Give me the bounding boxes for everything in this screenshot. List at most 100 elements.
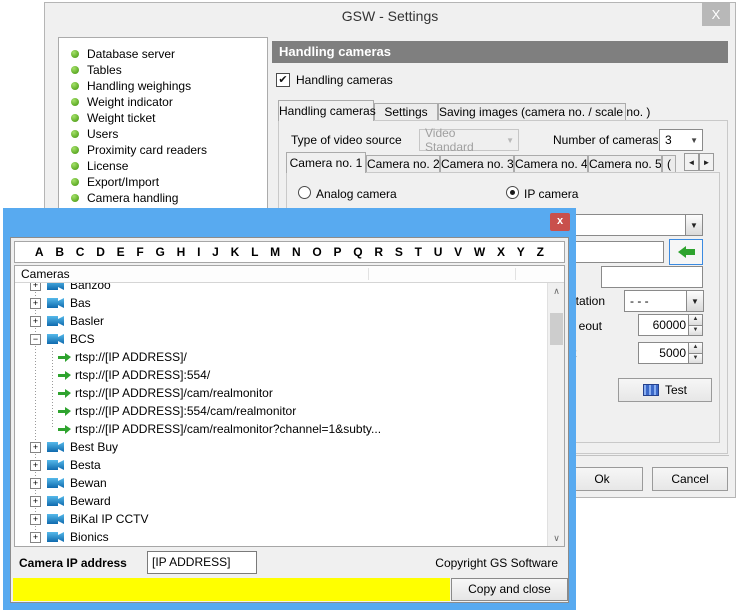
alphabet-letter-g[interactable]: G — [156, 245, 165, 259]
alphabet-letter-m[interactable]: M — [270, 245, 280, 259]
sidebar-item-export-import[interactable]: Export/Import — [59, 174, 267, 190]
tree-item-camera-brand[interactable]: +Bionics — [15, 528, 547, 546]
chevron-down-icon[interactable]: ▼ — [686, 291, 703, 311]
vertical-scrollbar[interactable]: ∧ ∨ — [547, 283, 564, 546]
scroll-down-icon[interactable]: ∨ — [548, 530, 565, 546]
tree-item-rtsp-url[interactable]: rtsp://[IP ADDRESS]/cam/realmonitor?chan… — [15, 420, 547, 438]
spin-up-icon[interactable]: ▲ — [689, 315, 702, 326]
expand-plus-icon[interactable]: + — [30, 316, 41, 327]
num-cameras-combobox[interactable]: 3 ▼ — [659, 129, 703, 151]
expand-plus-icon[interactable]: + — [30, 460, 41, 471]
tab-camera-no-6[interactable]: ( — [662, 155, 676, 173]
alphabet-letter-t[interactable]: T — [415, 245, 422, 259]
tree-item-camera-brand[interactable]: +Besta — [15, 456, 547, 474]
analog-camera-radio[interactable] — [298, 186, 311, 199]
test-button[interactable]: Test — [618, 378, 712, 402]
tree-item-camera-brand[interactable]: +Basler — [15, 312, 547, 330]
sidebar-item-tables[interactable]: Tables — [59, 62, 267, 78]
camera-ip-input[interactable]: [IP ADDRESS] — [147, 551, 257, 574]
interval-spinner[interactable]: 5000 ▲ ▼ — [638, 342, 703, 364]
checkbox-checked-icon[interactable]: ✔ — [276, 73, 290, 87]
tree-item-camera-brand[interactable]: +Beward — [15, 492, 547, 510]
expand-plus-icon[interactable]: + — [30, 283, 41, 291]
tree-item-camera-brand[interactable]: +Banzoo — [15, 283, 547, 294]
alphabet-letter-d[interactable]: D — [96, 245, 105, 259]
alphabet-letter-u[interactable]: U — [434, 245, 443, 259]
tab-saving-images-camera-no-scale-no[interactable]: Saving images (camera no. / scale no. ) — [438, 103, 626, 121]
tab-prev-icon[interactable]: ◄ — [684, 153, 699, 171]
alphabet-letter-x[interactable]: X — [497, 245, 505, 259]
num-cameras-label: Number of cameras — [553, 133, 658, 147]
alphabet-letter-i[interactable]: I — [197, 245, 200, 259]
alphabet-letter-k[interactable]: K — [231, 245, 240, 259]
spin-down-icon[interactable]: ▼ — [689, 326, 702, 336]
scrollbar-thumb[interactable] — [550, 313, 563, 345]
alphabet-letter-a[interactable]: A — [35, 245, 44, 259]
sidebar-item-license[interactable]: License — [59, 158, 267, 174]
tab-settings[interactable]: Settings — [374, 103, 438, 121]
tree-item-rtsp-url[interactable]: rtsp://[IP ADDRESS]:554/ — [15, 366, 547, 384]
spin-down-icon[interactable]: ▼ — [689, 354, 702, 364]
tree-item-rtsp-url[interactable]: rtsp://[IP ADDRESS]:554/cam/realmonitor — [15, 402, 547, 420]
expand-plus-icon[interactable]: + — [30, 496, 41, 507]
expand-plus-icon[interactable]: + — [30, 442, 41, 453]
alphabet-letter-l[interactable]: L — [251, 245, 258, 259]
expand-plus-icon[interactable]: + — [30, 298, 41, 309]
close-icon[interactable]: x — [550, 213, 570, 231]
insert-address-button[interactable] — [669, 239, 703, 265]
spin-up-icon[interactable]: ▲ — [689, 343, 702, 354]
alphabet-letter-o[interactable]: O — [312, 245, 321, 259]
expand-plus-icon[interactable]: + — [30, 532, 41, 543]
chevron-down-icon[interactable]: ▼ — [685, 215, 702, 235]
tab-camera-no-3[interactable]: Camera no. 3 — [440, 155, 514, 173]
tab-camera-no-2[interactable]: Camera no. 2 — [366, 155, 440, 173]
alphabet-letter-v[interactable]: V — [454, 245, 462, 259]
alphabet-letter-y[interactable]: Y — [517, 245, 525, 259]
tab-camera-no-1[interactable]: Camera no. 1 — [286, 152, 366, 173]
tab-next-icon[interactable]: ► — [699, 153, 714, 171]
alphabet-letter-h[interactable]: H — [177, 245, 186, 259]
tree-item-label: rtsp://[IP ADDRESS]/cam/realmonitor — [75, 386, 273, 400]
scroll-up-icon[interactable]: ∧ — [548, 283, 565, 299]
sidebar-item-proximity-card-readers[interactable]: Proximity card readers — [59, 142, 267, 158]
tree-item-camera-brand[interactable]: −BCS — [15, 330, 547, 348]
sidebar-item-weight-indicator[interactable]: Weight indicator — [59, 94, 267, 110]
tree-item-camera-brand[interactable]: +Bas — [15, 294, 547, 312]
sidebar-item-handling-weighings[interactable]: Handling weighings — [59, 78, 267, 94]
tree-item-rtsp-url[interactable]: rtsp://[IP ADDRESS]/cam/realmonitor — [15, 384, 547, 402]
orientation-combobox[interactable]: - - - ▼ — [624, 290, 704, 312]
alphabet-letter-p[interactable]: P — [333, 245, 341, 259]
tree-item-camera-brand[interactable]: +Bewan — [15, 474, 547, 492]
sidebar-item-camera-handling[interactable]: Camera handling — [59, 190, 267, 206]
copy-and-close-button[interactable]: Copy and close — [451, 578, 568, 601]
alphabet-letter-n[interactable]: N — [292, 245, 301, 259]
expand-plus-icon[interactable]: + — [30, 514, 41, 525]
alphabet-letter-r[interactable]: R — [374, 245, 383, 259]
alphabet-letter-j[interactable]: J — [212, 245, 219, 259]
alphabet-letter-f[interactable]: F — [136, 245, 143, 259]
tab-camera-no-5[interactable]: Camera no. 5 — [588, 155, 662, 173]
alphabet-letter-b[interactable]: B — [55, 245, 64, 259]
tree-item-camera-brand[interactable]: +BiKal IP CCTV — [15, 510, 547, 528]
sidebar-item-weight-ticket[interactable]: Weight ticket — [59, 110, 267, 126]
ip-camera-radio[interactable] — [506, 186, 519, 199]
tree-item-rtsp-url[interactable]: rtsp://[IP ADDRESS]/ — [15, 348, 547, 366]
text-field[interactable] — [601, 266, 703, 288]
tab-camera-no-4[interactable]: Camera no. 4 — [514, 155, 588, 173]
expand-plus-icon[interactable]: + — [30, 478, 41, 489]
alphabet-letter-q[interactable]: Q — [353, 245, 362, 259]
alphabet-letter-c[interactable]: C — [76, 245, 85, 259]
handling-cameras-checkbox-row[interactable]: ✔ Handling cameras — [276, 73, 393, 87]
collapse-minus-icon[interactable]: − — [30, 334, 41, 345]
timeout-spinner[interactable]: 60000 ▲ ▼ — [638, 314, 703, 336]
cancel-button[interactable]: Cancel — [652, 467, 728, 491]
sidebar-item-database-server[interactable]: Database server — [59, 46, 267, 62]
alphabet-letter-e[interactable]: E — [117, 245, 125, 259]
tab-handling-cameras[interactable]: Handling cameras — [278, 100, 374, 121]
alphabet-letter-w[interactable]: W — [474, 245, 485, 259]
sidebar-item-users[interactable]: Users — [59, 126, 267, 142]
close-icon[interactable]: X — [702, 3, 730, 26]
alphabet-letter-s[interactable]: S — [395, 245, 403, 259]
alphabet-letter-z[interactable]: Z — [537, 245, 544, 259]
tree-item-camera-brand[interactable]: +Best Buy — [15, 438, 547, 456]
